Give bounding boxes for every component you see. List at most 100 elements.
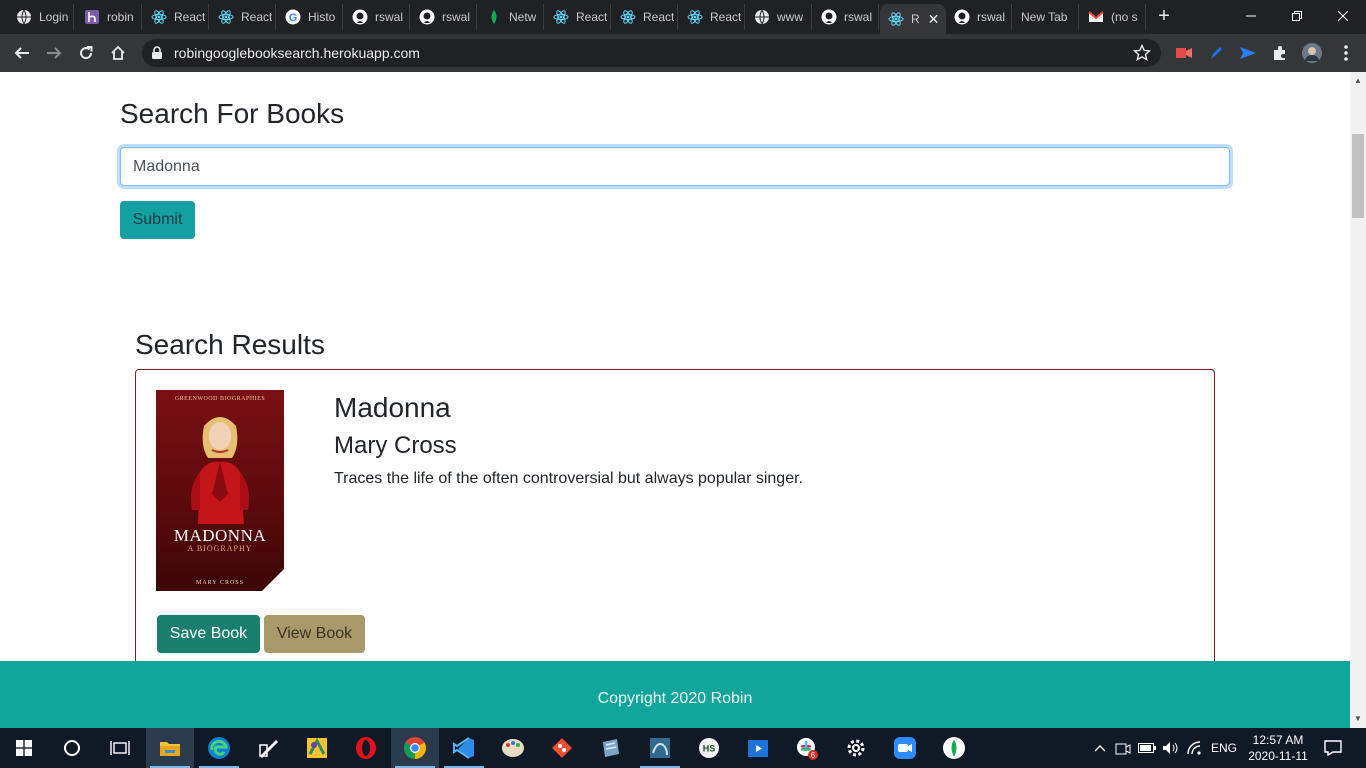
browser-tab[interactable]: React [545,4,611,30]
taskbar-slack[interactable]: 6 [783,728,831,768]
page-scrollbar[interactable]: ▲ ▼ [1350,72,1366,728]
taskbar-git[interactable] [538,728,586,768]
start-button[interactable] [0,728,48,768]
book-cover-image: GREENWOOD BIOGRAPHIES MADONNA A BIOGRAPH… [156,390,284,591]
browser-tab[interactable]: React [612,4,678,30]
gmail-icon [1088,9,1104,25]
save-book-button[interactable]: Save Book [157,615,260,653]
cover-series-text: GREENWOOD BIOGRAPHIES [174,396,266,402]
taskbar-clock[interactable]: 12:57 AM 2020-11-11 [1242,732,1314,764]
browser-tab[interactable]: rswal [813,4,879,30]
tab-close-icon[interactable]: ✕ [928,11,940,28]
react-icon [218,9,234,25]
page-content: Search For Books Submit Search Results G… [0,72,1350,661]
bookmark-star-icon[interactable] [1133,44,1151,62]
taskbar-mysql-workbench[interactable] [636,728,684,768]
reload-icon [80,46,93,60]
home-icon [111,45,125,60]
close-icon [1338,11,1348,21]
taskbar-file-explorer[interactable] [146,728,194,768]
battery-icon[interactable] [1136,728,1158,768]
react-icon [888,11,904,27]
taskbar-sticky-app[interactable] [293,728,341,768]
taskbar-settings[interactable] [832,728,880,768]
notification-icon [1324,740,1342,756]
taskbar-zoom[interactable] [881,728,929,768]
media-player-icon [748,740,768,757]
taskbar-chrome[interactable] [391,728,439,768]
task-view-button[interactable] [96,728,144,768]
extension-video-icon[interactable] [1174,43,1194,63]
hs-app-icon: HS [699,738,719,758]
browser-tab-active[interactable]: R ✕ [880,4,946,34]
close-window-button[interactable] [1320,0,1366,32]
scroll-up-icon[interactable]: ▲ [1353,76,1363,85]
tab-title: rswal [375,10,404,24]
search-button[interactable] [48,728,96,768]
restore-button[interactable] [1274,0,1320,32]
tab-title: rswal [977,10,1006,24]
browser-tab[interactable]: Netw [478,4,544,30]
language-indicator[interactable]: ENG [1208,728,1240,768]
taskbar-edge[interactable] [195,728,243,768]
taskbar-mongodb-compass[interactable] [930,728,978,768]
browser-tab[interactable]: www [746,4,812,30]
submit-button[interactable]: Submit [120,201,195,239]
search-input[interactable] [120,147,1230,186]
page-footer: Copyright 2020 Robin [0,661,1350,728]
tab-title: rswal [844,10,873,24]
browser-tab[interactable]: rswal [344,4,410,30]
profile-avatar[interactable] [1302,43,1322,63]
tab-title: R [911,12,920,26]
extension-pen-icon[interactable] [1206,43,1226,63]
browser-tab[interactable]: G Histo [277,4,343,30]
browser-tab[interactable]: React [679,4,745,30]
arrow-right-icon [47,47,62,59]
tray-overflow-chevron-icon[interactable] [1090,728,1110,768]
home-button[interactable] [106,41,130,65]
browser-tab[interactable]: React [210,4,276,30]
view-book-button[interactable]: View Book [264,615,365,653]
git-icon [552,738,572,758]
extension-send-icon[interactable] [1238,43,1258,63]
meet-now-icon[interactable] [1112,728,1134,768]
volume-icon[interactable] [1160,728,1182,768]
browser-tab[interactable]: robin [76,4,142,30]
book-title: Madonna [334,392,451,423]
react-icon [620,9,636,25]
windows-taskbar: HS 6 ENG 12:57 AM 2020-11-11 [0,728,1366,768]
browser-tab[interactable]: New Tab [1013,4,1079,30]
browser-tab[interactable]: Login [8,4,74,30]
notification-center-button[interactable] [1320,728,1346,768]
browser-tab[interactable]: React [143,4,209,30]
taskbar-opera[interactable] [342,728,390,768]
taskbar-snip-sketch[interactable] [244,728,292,768]
scroll-thumb[interactable] [1352,134,1364,218]
menu-kebab-icon[interactable] [1336,43,1356,63]
taskbar-notes-app[interactable] [587,728,635,768]
browser-tab[interactable]: rswal [946,4,1012,30]
restore-icon [1292,11,1302,21]
minimize-button[interactable] [1228,0,1274,32]
mongodb-icon [486,9,502,25]
address-bar[interactable]: robingooglebooksearch.herokuapp.com [142,39,1161,67]
forward-button[interactable] [42,41,66,65]
taskbar-vscode[interactable] [440,728,488,768]
tab-title: React [576,10,608,24]
chrome-icon [404,737,426,759]
google-icon: G [285,9,301,25]
browser-tab[interactable]: rswal [411,4,477,30]
extensions-puzzle-icon[interactable] [1270,43,1290,63]
reload-button[interactable] [74,41,98,65]
new-tab-button[interactable]: + [1153,6,1175,28]
tab-title: React [174,10,206,24]
taskbar-hs-app[interactable]: HS [685,728,733,768]
scroll-down-icon[interactable]: ▼ [1353,714,1363,723]
back-button[interactable] [10,41,34,65]
taskbar-media-player[interactable] [734,728,782,768]
react-icon [151,9,167,25]
taskbar-paint[interactable] [489,728,537,768]
book-author: Mary Cross [334,432,457,459]
wifi-icon[interactable] [1184,728,1206,768]
browser-tab[interactable]: (no s [1080,4,1146,30]
